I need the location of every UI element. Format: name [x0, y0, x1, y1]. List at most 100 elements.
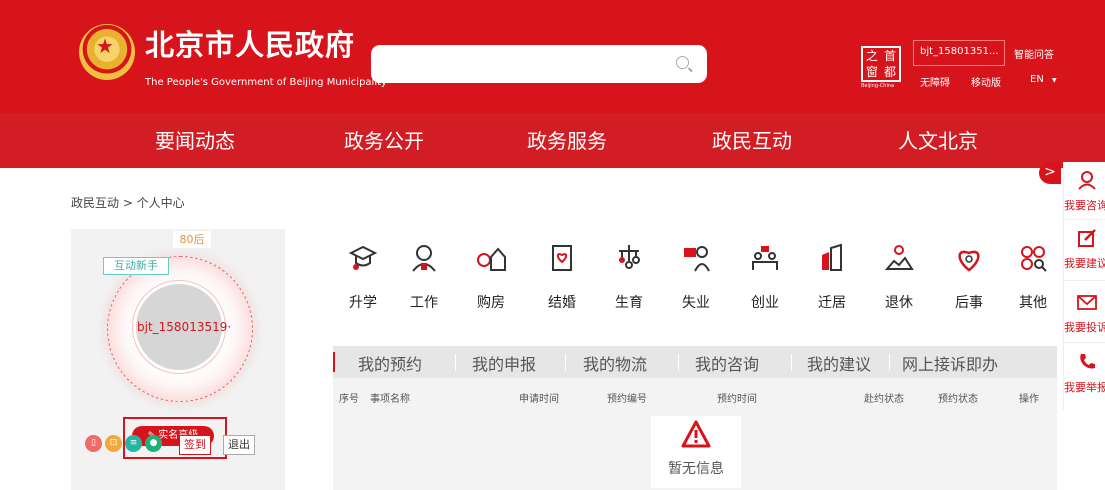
startup-icon — [752, 246, 778, 270]
accessibility-link[interactable]: 无障碍 — [920, 74, 950, 89]
category-birth[interactable]: 生育 — [599, 243, 659, 312]
tab-divider — [678, 354, 679, 371]
site-subtitle: The People's Government of Beijing Munic… — [145, 77, 387, 88]
building-icon — [822, 243, 842, 271]
sidebar-label: 我要咨询 — [1064, 199, 1105, 212]
category-label: 失业 — [682, 295, 710, 311]
nav-item-interaction[interactable]: 政民互动 — [712, 130, 792, 152]
tab-applications[interactable]: 我的申报 — [472, 351, 536, 375]
category-startup[interactable]: 创业 — [735, 243, 795, 312]
tab-appointments[interactable]: 我的预约 — [358, 351, 422, 375]
category-retirement[interactable]: 退休 — [869, 243, 929, 312]
profile-card: 80后 互动新手 bjt_158013519· ✎ 实名高级 ▯ ⊡ ≡ ● 签… — [71, 229, 285, 490]
category-label: 其他 — [1019, 295, 1047, 311]
sidebar-item-suggest[interactable]: 我要建议 — [1064, 222, 1105, 282]
empty-state: 暂无信息 — [651, 416, 741, 488]
sidebar-item-complain[interactable]: 我要投诉 — [1064, 286, 1105, 346]
mail-icon — [1077, 295, 1097, 310]
shoudu-char: 都 — [883, 65, 896, 79]
lock-icon[interactable]: ⊡ — [105, 435, 122, 452]
search-input[interactable] — [371, 45, 707, 83]
site-header: ★ 北京市人民政府 The People's Government of Bei… — [0, 0, 1105, 113]
nav-item-news[interactable]: 要闻动态 — [155, 130, 235, 152]
search-icon[interactable] — [676, 56, 689, 69]
sidebar-label: 我要投诉 — [1064, 321, 1105, 334]
category-work[interactable]: 工作 — [394, 243, 454, 312]
national-emblem-logo[interactable]: ★ — [79, 24, 135, 80]
column-header: 事项名称 — [370, 394, 410, 405]
tab-suggestions[interactable]: 我的建议 — [807, 351, 871, 375]
language-label: EN — [1030, 74, 1044, 85]
active-tab-marker — [333, 352, 335, 372]
category-unemployment[interactable]: 失业 — [666, 243, 726, 312]
logout-button[interactable]: 退出 — [223, 435, 255, 455]
level-badge: 互动新手 — [103, 257, 169, 275]
sidebar-item-consult[interactable]: 我要咨询 — [1064, 164, 1105, 224]
phone-report-icon — [1080, 354, 1095, 369]
tab-online-complaints[interactable]: 网上接诉即办 — [902, 351, 998, 375]
shoudu-char: 窗 — [865, 65, 878, 79]
unemployment-icon — [684, 246, 710, 272]
sign-in-button[interactable]: 签到 — [179, 435, 211, 455]
suggest-icon — [1078, 229, 1096, 247]
consult-icon — [1078, 171, 1096, 190]
sidebar-item-report[interactable]: 我要举报 — [1064, 346, 1105, 406]
column-header: 预约编号 — [607, 394, 647, 405]
category-house[interactable]: 购房 — [461, 243, 521, 312]
breadcrumb[interactable]: 政民互动 > 个人中心 — [71, 194, 185, 211]
category-label: 退休 — [885, 295, 913, 311]
category-other[interactable]: 其他 — [1003, 243, 1063, 312]
category-label: 后事 — [955, 295, 983, 311]
age-tag: 80后 — [173, 231, 211, 248]
category-marriage[interactable]: 结婚 — [532, 243, 592, 312]
nav-item-culture[interactable]: 人文北京 — [898, 130, 978, 152]
category-label: 升学 — [349, 295, 377, 311]
warning-icon — [681, 420, 711, 448]
smart-qa-link[interactable]: 智能问答 — [1014, 46, 1054, 61]
heart-icon — [958, 250, 980, 272]
nav-item-gov-affairs-open[interactable]: 政务公开 — [344, 130, 424, 152]
shoudu-en-label: Beijing-China — [861, 83, 895, 89]
column-header: 赴约状态 — [864, 394, 904, 405]
table-header: 序号 事项名称 申请时间 预约编号 预约时间 赴约状态 预约状态 操作 — [333, 378, 1057, 414]
category-education[interactable]: 升学 — [333, 243, 393, 312]
shoudu-char: 之 — [865, 49, 878, 63]
column-header: 申请时间 — [519, 394, 559, 405]
column-header: 预约时间 — [717, 394, 757, 405]
user-icon[interactable]: ● — [145, 435, 162, 452]
category-label: 创业 — [751, 295, 779, 311]
column-header: 预约状态 — [938, 394, 978, 405]
life-event-categories: 升学 工作 购房 结婚 生育 失业 创业 迁居 退休 后事 其他 — [333, 243, 1063, 323]
database-icon[interactable]: ≡ — [125, 435, 142, 452]
sidebar-label: 我要举报 — [1064, 381, 1105, 394]
category-label: 生育 — [615, 295, 643, 311]
table-body: 暂无信息 — [333, 414, 1057, 490]
phone-icon[interactable]: ▯ — [85, 435, 102, 452]
nav-item-gov-services[interactable]: 政务服务 — [527, 130, 607, 152]
username-link[interactable]: bjt_15801351... — [913, 40, 1005, 66]
category-relocation[interactable]: 迁居 — [802, 243, 862, 312]
language-switch[interactable]: EN ▼ — [1030, 74, 1057, 85]
floating-service-bar: 我要咨询 我要建议 我要投诉 我要举报 — [1063, 162, 1105, 410]
baby-mobile-icon — [619, 245, 640, 269]
tab-divider — [889, 354, 890, 371]
graduation-cap-icon — [348, 245, 378, 270]
sidebar-divider — [1064, 280, 1105, 281]
category-funeral[interactable]: 后事 — [939, 243, 999, 312]
chevron-down-icon: ▼ — [1052, 77, 1057, 84]
sidebar-label: 我要建议 — [1064, 257, 1105, 270]
empty-state-text: 暂无信息 — [668, 461, 724, 477]
mobile-version-link[interactable]: 移动版 — [971, 74, 1001, 89]
retirement-icon — [884, 245, 914, 270]
category-label: 购房 — [477, 295, 505, 311]
star-icon: ★ — [96, 34, 114, 58]
tab-logistics[interactable]: 我的物流 — [583, 351, 647, 375]
sidebar-collapse-button[interactable]: > — [1039, 162, 1061, 184]
tab-consultations[interactable]: 我的咨询 — [695, 351, 759, 375]
shoudu-char: 首 — [883, 49, 896, 63]
worker-icon — [412, 245, 436, 272]
record-tabs: 我的预约 我的申报 我的物流 我的咨询 我的建议 网上接诉即办 — [333, 346, 1057, 378]
site-title[interactable]: 北京市人民政府 — [145, 22, 355, 64]
shoudu-window-logo[interactable]: 之 首 窗 都 Beijing-China — [861, 46, 907, 90]
tab-divider — [455, 354, 456, 371]
